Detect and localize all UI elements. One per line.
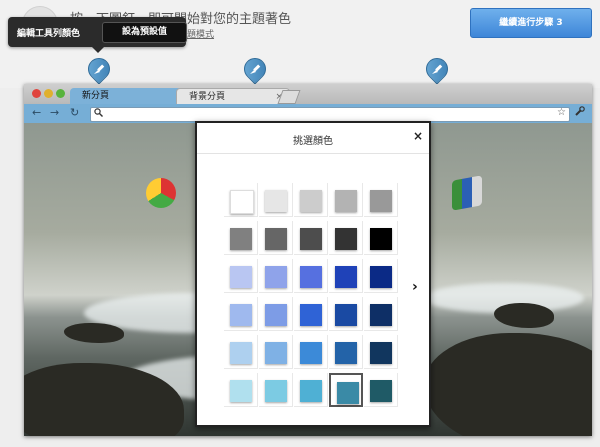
swatch-color <box>230 190 254 214</box>
color-swatch[interactable] <box>329 259 363 293</box>
divider <box>197 153 429 154</box>
color-swatch[interactable] <box>329 297 363 331</box>
swatch-color <box>370 228 392 250</box>
paintbrush-icon <box>432 64 443 74</box>
chrome-web-store-icon[interactable] <box>146 178 176 208</box>
swatch-color <box>300 304 322 326</box>
tab-background[interactable]: 背景分頁 × <box>176 88 290 105</box>
color-swatch[interactable] <box>294 183 328 217</box>
swatch-color <box>337 382 359 404</box>
swatch-color <box>265 380 287 402</box>
swatch-color <box>370 266 392 288</box>
reload-icon[interactable]: ↻ <box>70 106 79 119</box>
color-swatch[interactable] <box>329 183 363 217</box>
next-step-button[interactable]: 繼續進行步驟 3 <box>470 8 592 38</box>
paintbrush-icon <box>94 64 105 74</box>
color-swatch[interactable] <box>259 335 293 369</box>
swatch-color <box>230 304 252 326</box>
search-icon <box>94 108 103 120</box>
color-swatch[interactable] <box>224 297 258 331</box>
color-swatch[interactable] <box>259 297 293 331</box>
address-bar[interactable]: ☆ <box>90 107 570 122</box>
color-swatch[interactable] <box>364 183 398 217</box>
color-swatch[interactable] <box>329 373 363 407</box>
swatch-color <box>230 266 252 288</box>
forward-icon[interactable]: → <box>50 106 59 119</box>
swatch-color <box>300 228 322 250</box>
swatch-color <box>300 190 322 212</box>
color-swatch[interactable] <box>224 335 258 369</box>
dialog-title: 挑選顏色 <box>293 136 333 147</box>
swatch-color <box>265 304 287 326</box>
next-page-arrow-icon[interactable]: › <box>412 279 418 295</box>
paintbrush-icon <box>250 64 261 74</box>
color-swatch[interactable] <box>364 297 398 331</box>
swatch-color <box>370 190 392 212</box>
minimize-window-icon[interactable] <box>44 89 53 98</box>
swatch-color <box>230 380 252 402</box>
color-swatch[interactable] <box>224 373 258 407</box>
color-swatch[interactable] <box>294 221 328 255</box>
color-swatch[interactable] <box>259 259 293 293</box>
color-swatch[interactable] <box>294 335 328 369</box>
swatch-color <box>335 266 357 288</box>
color-swatch[interactable] <box>329 335 363 369</box>
color-swatch[interactable] <box>364 373 398 407</box>
swatch-color <box>300 342 322 364</box>
swatch-color <box>265 266 287 288</box>
color-swatch[interactable] <box>329 221 363 255</box>
tooltip-label: 編輯工具列顏色 <box>17 29 81 39</box>
color-swatch[interactable] <box>224 183 258 217</box>
tab-label: 背景分頁 <box>189 92 226 102</box>
tab-label: 新分頁 <box>82 91 110 101</box>
swatch-color <box>335 190 357 212</box>
maximize-window-icon[interactable] <box>56 89 65 98</box>
color-swatch[interactable] <box>259 221 293 255</box>
swatch-color <box>335 342 357 364</box>
color-swatch-grid <box>224 183 400 413</box>
swatch-color <box>370 304 392 326</box>
swatch-color <box>230 228 252 250</box>
close-icon[interactable]: × <box>413 129 423 143</box>
color-swatch[interactable] <box>259 183 293 217</box>
color-picker-dialog: 挑選顏色 × <box>195 121 431 427</box>
color-swatch[interactable] <box>259 373 293 407</box>
color-swatch[interactable] <box>364 221 398 255</box>
swatch-color <box>300 380 322 402</box>
swatch-color <box>265 228 287 250</box>
swatch-color <box>230 342 252 364</box>
swatch-color <box>265 342 287 364</box>
swatch-color <box>335 304 357 326</box>
swatch-color <box>370 342 392 364</box>
swatch-color <box>370 380 392 402</box>
tab-strip: 新分頁 × 背景分頁 × <box>24 84 592 105</box>
close-window-icon[interactable] <box>32 89 41 98</box>
swatch-color <box>300 266 322 288</box>
new-tab-button[interactable] <box>277 90 301 104</box>
color-swatch[interactable] <box>294 373 328 407</box>
color-swatch[interactable] <box>224 259 258 293</box>
color-swatch[interactable] <box>294 259 328 293</box>
swatch-color <box>335 228 357 250</box>
star-icon[interactable]: ☆ <box>557 107 566 118</box>
wrench-icon[interactable] <box>574 106 585 120</box>
swatch-color <box>265 190 287 212</box>
back-icon[interactable]: ← <box>32 106 41 119</box>
color-swatch[interactable] <box>224 221 258 255</box>
color-swatch[interactable] <box>364 259 398 293</box>
toolbar-color-tooltip: 編輯工具列顏色 設為預設值 <box>8 17 187 53</box>
color-swatch[interactable] <box>364 335 398 369</box>
app-book-icon[interactable] <box>452 175 482 211</box>
set-default-button[interactable]: 設為預設值 <box>102 22 187 43</box>
color-swatch[interactable] <box>294 297 328 331</box>
